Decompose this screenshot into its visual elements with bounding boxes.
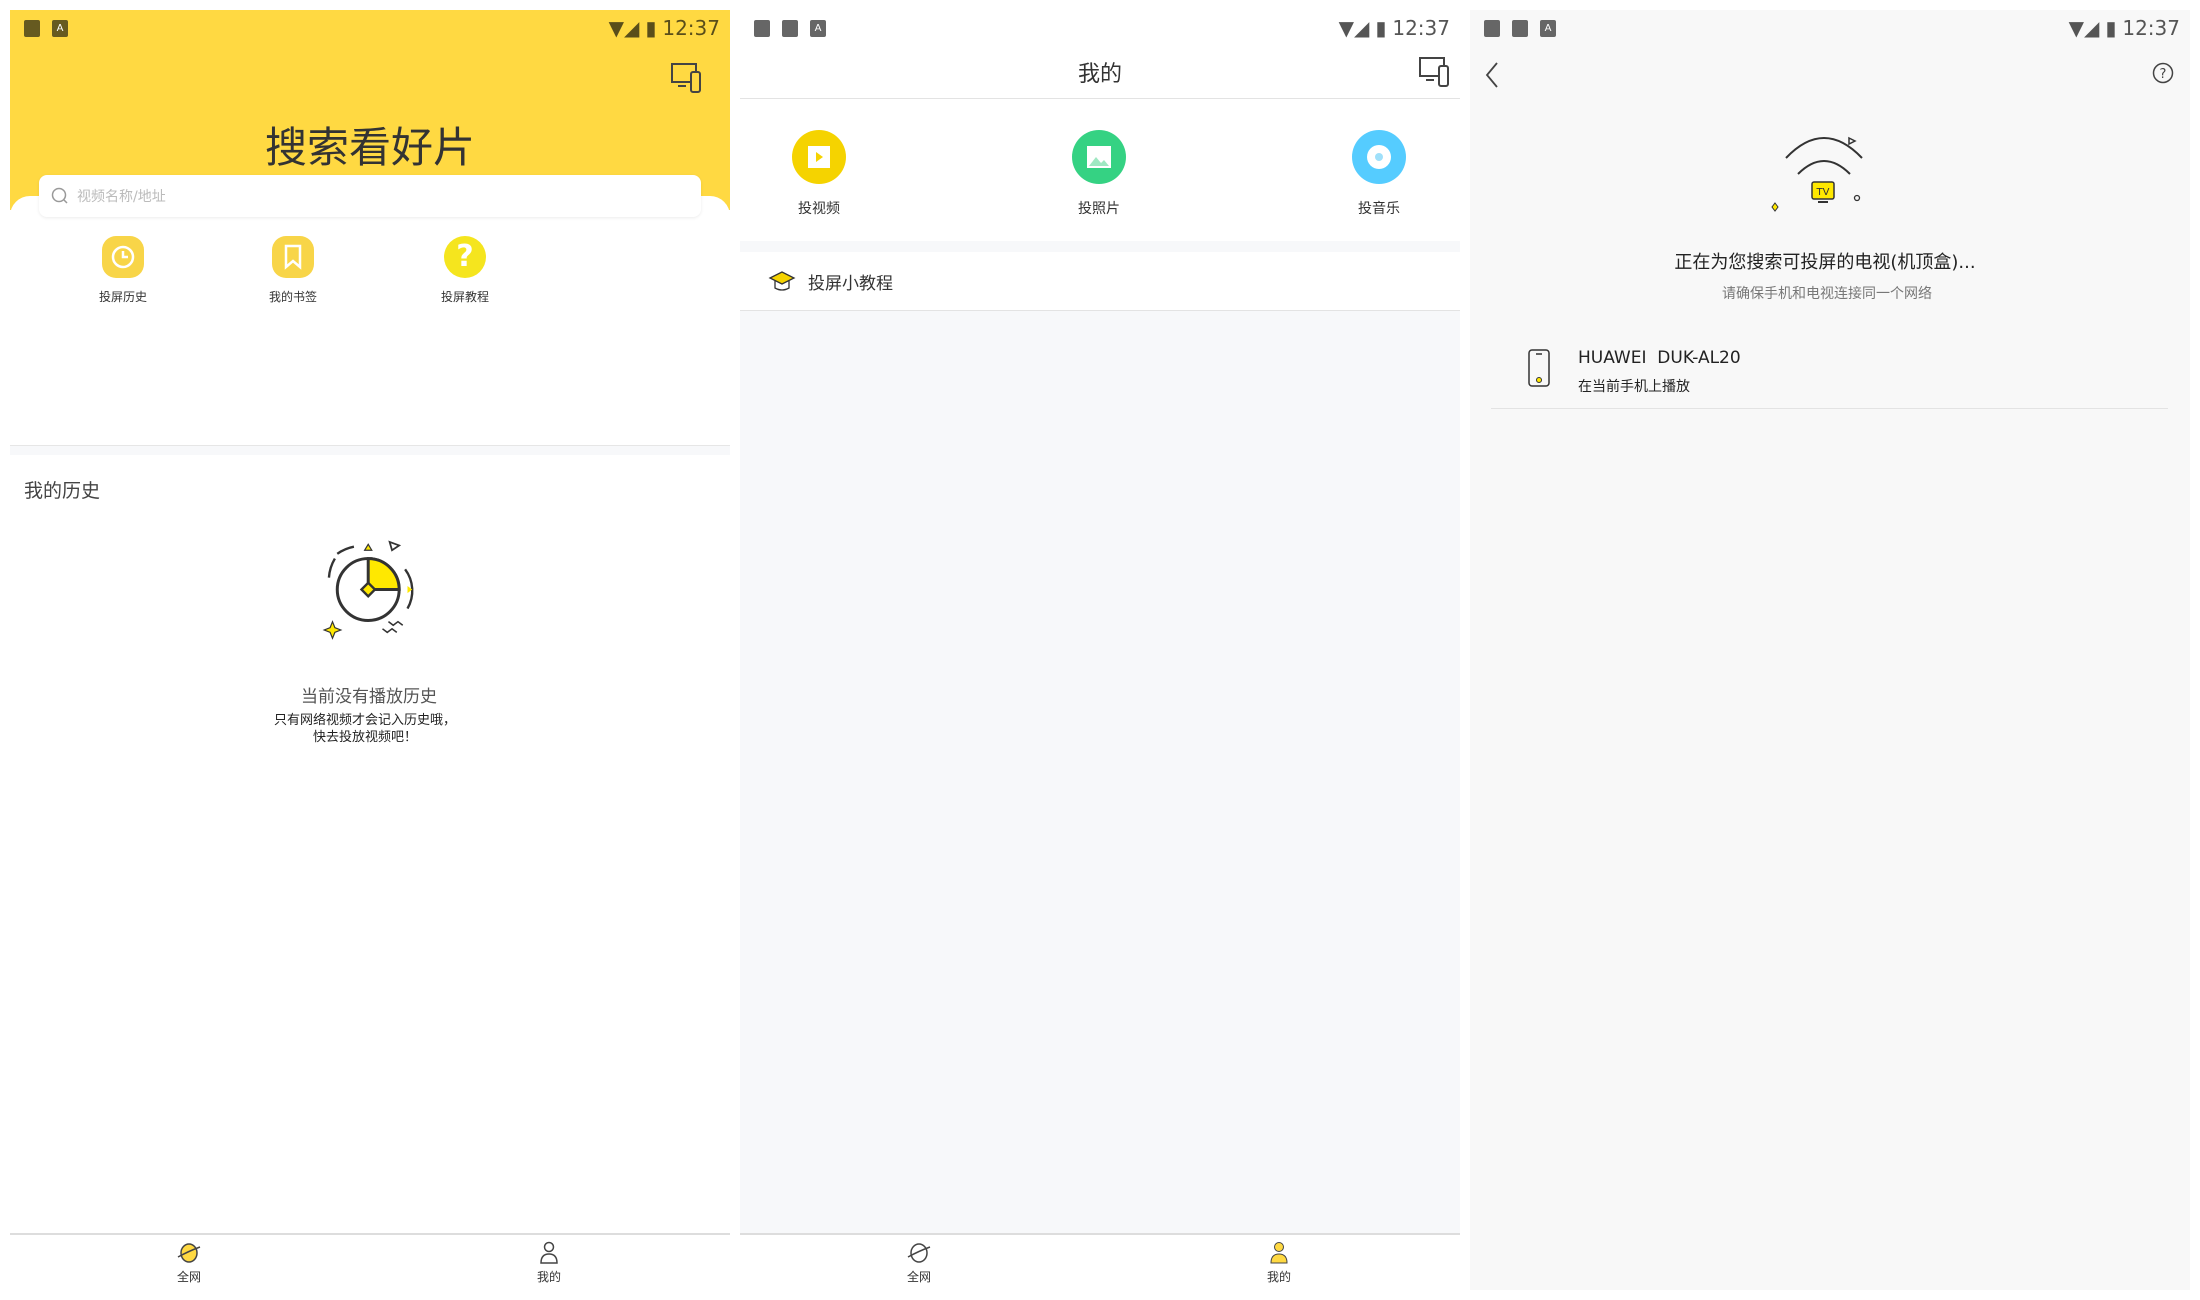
- status-bar: A ▼◢ ▮ 12:37: [740, 10, 1460, 50]
- search-status-title: 正在为您搜索可投屏的电视(机顶盒)...: [1674, 252, 1976, 273]
- nav-item-mine[interactable]: 我的: [519, 1241, 579, 1285]
- cast-device-icon[interactable]: [1418, 56, 1452, 88]
- search-placeholder: 视频名称/地址: [77, 189, 166, 205]
- divider: [10, 445, 730, 455]
- keyboard-icon: A: [52, 20, 68, 37]
- bookmark-icon: [272, 236, 314, 278]
- user-icon: [1270, 1242, 1288, 1264]
- device-search-screen: A ▼◢ ▮ 12:37 ? TV 正在为您搜索可投屏的电视(机顶盒)... 请确保…: [1470, 10, 2190, 1290]
- android-icon: [754, 20, 770, 37]
- clock-icon: [102, 236, 144, 278]
- planet-icon: [907, 1243, 931, 1263]
- status-bar: A ▼◢ ▮ 12:37: [1470, 10, 2190, 50]
- mine-screen: A ▼◢ ▮ 12:37 我的 投视频 投照片 投音乐 投屏小教程 全网 我的: [740, 10, 1460, 1290]
- graduation-cap-icon: [768, 271, 796, 291]
- android-icon: [24, 20, 40, 37]
- battery-icon: ▮: [1375, 16, 1387, 40]
- planet-icon: [177, 1243, 201, 1263]
- wifi-icon: ▼◢: [608, 16, 640, 40]
- empty-title: 当前没有播放历史: [301, 687, 437, 707]
- quick-action-bookmarks[interactable]: 我的书签: [263, 236, 323, 305]
- image-icon: [1512, 20, 1528, 37]
- cast-music-button[interactable]: 投音乐: [1352, 130, 1406, 218]
- search-input[interactable]: 视频名称/地址: [39, 175, 701, 217]
- quick-action-history[interactable]: 投屏历史: [93, 236, 153, 305]
- help-icon[interactable]: ?: [2152, 62, 2174, 84]
- image-icon: [782, 20, 798, 37]
- search-icon: [51, 187, 68, 204]
- play-icon: [792, 130, 846, 184]
- page-title: 搜索看好片: [264, 123, 476, 172]
- wifi-icon: ▼◢: [1338, 16, 1370, 40]
- device-subtitle: 在当前手机上播放: [1578, 379, 1690, 395]
- keyboard-icon: A: [810, 20, 826, 37]
- battery-icon: ▮: [2105, 16, 2117, 40]
- status-bar: A ▼◢ ▮ 12:37: [10, 10, 730, 50]
- disc-icon: [1352, 130, 1406, 184]
- photo-icon: [1072, 130, 1126, 184]
- page-title: 我的: [1077, 62, 1123, 87]
- phone-icon: [1528, 349, 1550, 387]
- nav-item-all[interactable]: 全网: [159, 1241, 219, 1285]
- home-screen: A ▼◢ ▮ 12:37 搜索看好片 视频名称/地址 投屏历史 我的书签 ? 投屏教…: [10, 10, 730, 1290]
- quick-action-tutorial[interactable]: ? 投屏教程: [435, 236, 495, 305]
- search-status-subtitle: 请确保手机和电视连接同一个网络: [1722, 286, 1932, 302]
- device-name: HUAWEI DUK-AL20: [1578, 348, 1741, 368]
- wifi-icon: ▼◢: [2068, 16, 2100, 40]
- tutorial-row[interactable]: 投屏小教程: [740, 252, 1460, 311]
- keyboard-icon: A: [1540, 20, 1556, 37]
- svg-text:?: ?: [2160, 67, 2167, 82]
- searching-tv-illustration: TV: [1771, 136, 1863, 212]
- clock-time: 12:37: [662, 16, 720, 40]
- bottom-nav: 全网 我的: [740, 1233, 1460, 1290]
- android-icon: [1484, 20, 1500, 37]
- device-row[interactable]: HUAWEI DUK-AL20 在当前手机上播放: [1491, 335, 2168, 409]
- battery-icon: ▮: [645, 16, 657, 40]
- empty-hint-line2: 快去投放视频吧！: [312, 730, 418, 745]
- bottom-nav: 全网 我的: [10, 1233, 730, 1290]
- back-icon[interactable]: [1484, 60, 1500, 90]
- cast-device-icon[interactable]: [670, 62, 704, 94]
- nav-item-all[interactable]: 全网: [889, 1241, 949, 1285]
- cast-photo-button[interactable]: 投照片: [1072, 130, 1126, 218]
- empty-history-illustration: [322, 540, 414, 640]
- divider: [740, 98, 1460, 99]
- help-icon: ?: [444, 236, 486, 278]
- cast-video-button[interactable]: 投视频: [792, 130, 846, 218]
- history-heading: 我的历史: [24, 480, 101, 502]
- user-icon: [540, 1241, 558, 1264]
- nav-item-mine[interactable]: 我的: [1249, 1241, 1309, 1285]
- tv-badge: TV: [1816, 187, 1830, 198]
